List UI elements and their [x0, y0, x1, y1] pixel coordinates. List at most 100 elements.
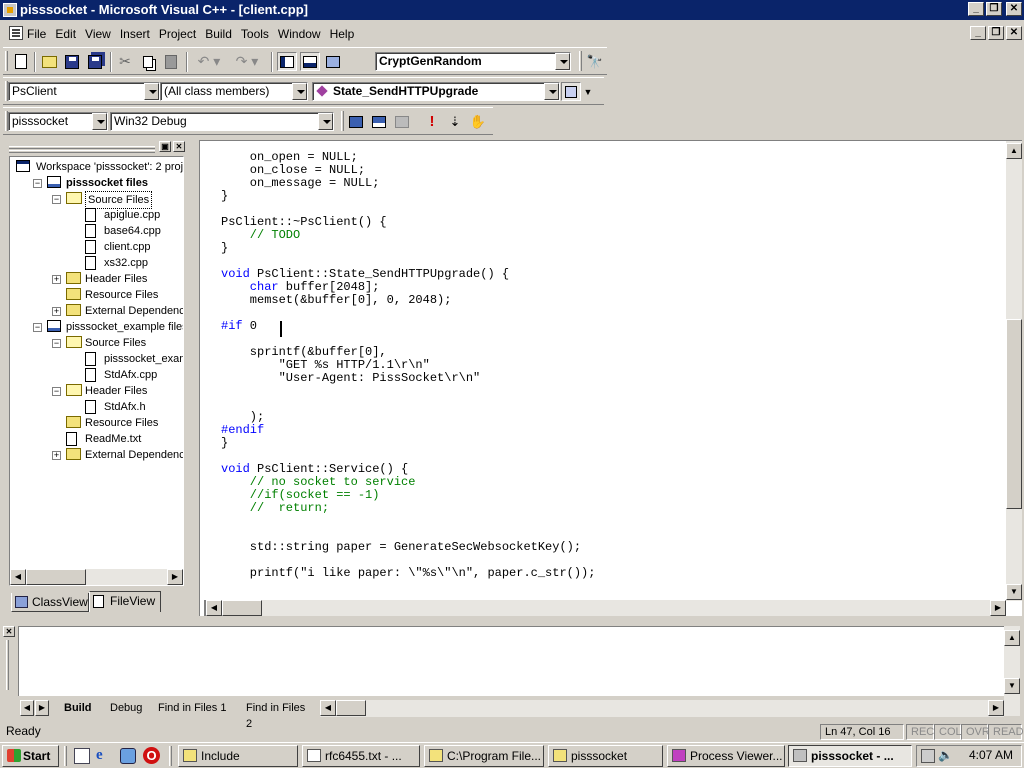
menu-tools[interactable]: Tools [241, 27, 269, 41]
code-text[interactable]: on_open = NULL; on_close = NULL; on_mess… [221, 151, 595, 580]
output-text-area[interactable] [18, 626, 1004, 696]
tree-item[interactable]: + External Dependencies [10, 447, 183, 463]
output-tab-scroll-right[interactable]: ▶ [35, 700, 49, 716]
breakpoint-hand-icon[interactable]: ✋ [468, 112, 488, 131]
filter-combo[interactable]: (All class members) [160, 82, 308, 101]
doc-restore-button[interactable]: ❐ [988, 26, 1004, 40]
save-button[interactable] [62, 52, 82, 71]
expand-icon[interactable]: + [52, 451, 61, 460]
collapse-icon[interactable]: − [33, 179, 42, 188]
tree-item[interactable]: base64.cpp [10, 223, 183, 239]
tree-item[interactable]: − Source Files [10, 335, 183, 351]
show-desktop-icon[interactable] [74, 748, 90, 764]
class-combo[interactable]: PsClient [8, 82, 160, 101]
collapse-icon[interactable]: − [52, 195, 61, 204]
project-combo[interactable]: pisssocket [8, 112, 108, 131]
menu-build[interactable]: Build [205, 27, 232, 41]
workspace-maximize-button[interactable]: ▣ [159, 141, 171, 152]
tree-item[interactable]: + External Dependencies [10, 303, 183, 319]
collapse-icon[interactable]: − [33, 323, 42, 332]
doc-close-button[interactable]: ✕ [1006, 26, 1022, 40]
cut-icon[interactable]: ✂ [115, 52, 135, 71]
document-window-icon[interactable] [9, 26, 23, 40]
menu-insert[interactable]: Insert [120, 27, 150, 41]
workspace-toggle-button[interactable] [277, 52, 297, 71]
tree-item[interactable]: apiglue.cpp [10, 207, 183, 223]
speaker-icon[interactable]: 🔈 [938, 748, 953, 762]
tree-item[interactable]: + Header Files [10, 271, 183, 287]
output-tab-find-in-files-1[interactable]: Find in Files 1 [150, 700, 236, 717]
opera-icon[interactable]: O [143, 747, 160, 764]
internet-explorer-icon[interactable]: e [96, 747, 103, 764]
scroll-left-button[interactable]: ◀ [206, 600, 222, 616]
taskbar-task[interactable]: Include [178, 745, 298, 767]
filter-combo-dropdown[interactable] [292, 83, 307, 100]
window-list-button[interactable] [323, 52, 343, 71]
scroll-left-button[interactable]: ◀ [10, 569, 26, 585]
scroll-left-button[interactable]: ◀ [320, 700, 336, 716]
scroll-down-button[interactable]: ▼ [1004, 678, 1020, 694]
tree-item[interactable]: xs32.cpp [10, 255, 183, 271]
wizardbar-actions-dropdown[interactable]: ▼ [581, 82, 595, 101]
menu-help[interactable]: Help [330, 27, 355, 41]
output-tab-scroll-left[interactable]: ◀ [20, 700, 34, 716]
doc-minimize-button[interactable]: _ [970, 26, 986, 40]
code-editor[interactable]: on_open = NULL; on_close = NULL; on_mess… [199, 140, 1022, 616]
tree-item[interactable]: StdAfx.h [10, 399, 183, 415]
copy-icon[interactable] [138, 52, 158, 71]
tree-item[interactable]: Resource Files [10, 415, 183, 431]
output-horizontal-scrollbar[interactable]: ◀ ▶ [320, 700, 1004, 717]
config-combo[interactable]: Win32 Debug [110, 112, 334, 131]
scroll-down-button[interactable]: ▼ [1006, 584, 1022, 600]
output-tab-build[interactable]: Build [56, 700, 96, 717]
compile-icon[interactable] [346, 112, 366, 131]
stop-build-icon[interactable] [392, 112, 412, 131]
expand-icon[interactable]: + [52, 307, 61, 316]
start-button[interactable]: Start [2, 745, 59, 767]
vc-app-icon[interactable] [3, 3, 17, 17]
member-combo-dropdown[interactable] [544, 83, 559, 100]
clock[interactable]: 4:07 AM [969, 748, 1013, 762]
execute-icon[interactable]: ! [422, 112, 442, 131]
output-vertical-scrollbar[interactable]: ▲ ▼ [1004, 626, 1020, 716]
find-combo-dropdown[interactable] [555, 53, 570, 70]
expand-icon[interactable]: + [52, 275, 61, 284]
restore-button[interactable]: ❐ [986, 2, 1002, 16]
horizontal-scroll-thumb[interactable] [222, 600, 262, 616]
save-all-button[interactable] [85, 52, 105, 71]
taskbar-task[interactable]: Process Viewer... [667, 745, 785, 767]
build-icon[interactable] [369, 112, 389, 131]
tree-item[interactable]: ReadMe.txt [10, 431, 183, 447]
minimize-button[interactable]: _ [968, 2, 984, 16]
taskbar-task[interactable]: pisssocket - ... [788, 745, 912, 767]
output-scroll-thumb[interactable] [336, 700, 366, 716]
tree-item[interactable]: − Source Files [10, 191, 183, 209]
output-close-button[interactable]: ✕ [3, 626, 15, 637]
scroll-right-button[interactable]: ▶ [988, 700, 1004, 716]
tree-item[interactable]: − Header Files [10, 383, 183, 399]
tray-app-icon[interactable] [921, 749, 935, 763]
menu-file[interactable]: File [27, 27, 46, 41]
tree-horizontal-scrollbar[interactable]: ◀ ▶ [10, 569, 183, 585]
output-tab-debug[interactable]: Debug [102, 700, 148, 717]
scroll-thumb[interactable] [26, 569, 86, 585]
output-tab-find-in-files-2[interactable]: Find in Files 2 [238, 700, 318, 730]
wizardbar-actions-icon[interactable] [561, 82, 581, 101]
project-combo-dropdown[interactable] [92, 113, 107, 130]
editor-horizontal-scrollbar[interactable]: ◀ ▶ [204, 600, 1006, 616]
new-text-file-button[interactable] [11, 52, 31, 71]
close-button[interactable]: ✕ [1006, 2, 1022, 16]
find-combo[interactable]: CryptGenRandom [375, 52, 571, 71]
menu-edit[interactable]: Edit [55, 27, 76, 41]
scroll-up-button[interactable]: ▲ [1006, 143, 1022, 159]
menu-view[interactable]: View [85, 27, 111, 41]
collapse-icon[interactable]: − [52, 339, 61, 348]
tree-item[interactable]: StdAfx.cpp [10, 367, 183, 383]
open-folder-icon[interactable] [39, 52, 59, 71]
workspace-close-button[interactable]: ✕ [173, 141, 185, 152]
scroll-right-button[interactable]: ▶ [167, 569, 183, 585]
tree-item[interactable]: − pisssocket files [10, 175, 183, 191]
config-combo-dropdown[interactable] [318, 113, 333, 130]
tab-fileview[interactable]: FileView [89, 591, 161, 612]
find-in-files-icon[interactable]: 🔭 [585, 52, 605, 71]
